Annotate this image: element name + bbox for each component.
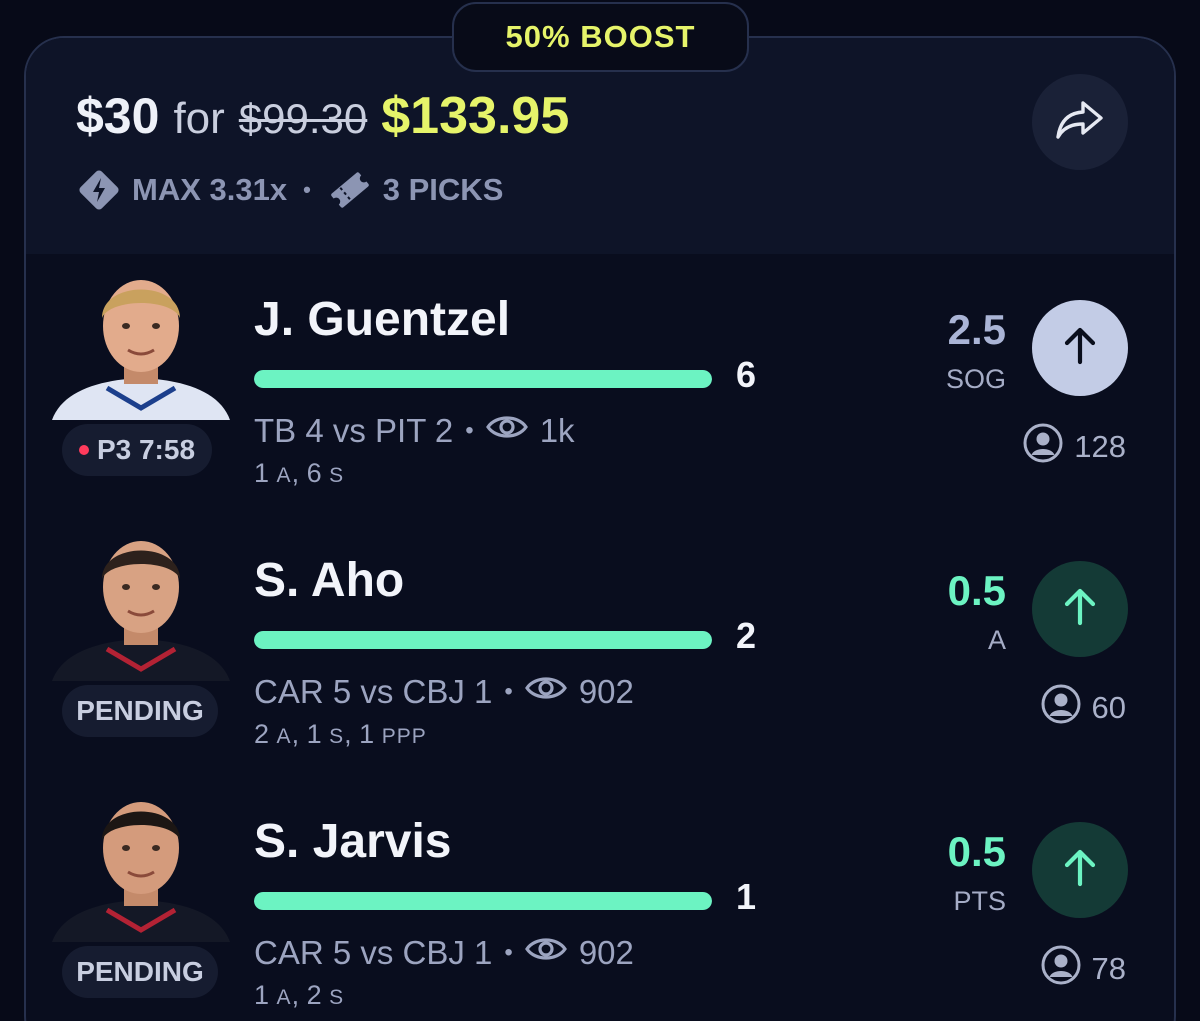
over-button[interactable] <box>1032 822 1128 918</box>
max-multiplier: MAX 3.31x <box>132 172 288 207</box>
stat-number: 6 <box>306 458 322 488</box>
picker-count: 78 <box>1040 944 1126 994</box>
matchup-line: CAR 5 vs CBJ 1 • 902 <box>254 673 634 711</box>
current-stat-value: 6 <box>736 354 757 395</box>
matchup-separator: • <box>465 417 474 444</box>
stat-category: PTS <box>953 886 1006 916</box>
player-name: S. Aho <box>254 554 405 607</box>
arrow-up-icon <box>1058 324 1102 373</box>
over-button[interactable] <box>1032 561 1128 657</box>
matchup-separator: • <box>504 939 513 966</box>
stat-unit: A <box>276 464 292 487</box>
stat-unit: S <box>329 725 345 748</box>
pick-row-3[interactable]: PENDING S. Jarvis 1 CAR 5 vs CBJ 1 • 902… <box>0 784 1200 1021</box>
stake-amount: $30 <box>76 88 160 144</box>
stat-number: 2 <box>254 719 270 749</box>
current-stat-value: 2 <box>736 615 757 656</box>
boost-badge: 50% BOOST <box>452 2 749 72</box>
projection-line: 0.5 <box>947 567 1006 614</box>
viewer-count: 902 <box>578 934 634 971</box>
eye-icon <box>485 412 528 450</box>
game-status-label: P3 7:58 <box>96 434 196 465</box>
stat-progress-fill <box>254 631 712 649</box>
arrow-up-icon <box>1058 585 1102 634</box>
picker-count: 60 <box>1040 683 1126 733</box>
stat-unit: PPP <box>381 725 427 748</box>
matchup-score: CAR 5 vs CBJ 1 <box>254 673 493 710</box>
payout-summary: $30 for $99.30 $133.95 <box>76 86 569 150</box>
stat-progress-fill <box>254 892 712 910</box>
pick-row-1[interactable]: P3 7:58 J. Guentzel 6 TB 4 vs PIT 2 • 1k… <box>0 262 1200 522</box>
stat-number: 1 <box>254 458 270 488</box>
boosted-payout: $133.95 <box>381 87 570 145</box>
stat-number: 2 <box>306 980 322 1010</box>
ticket-icon <box>327 167 373 213</box>
stat-category: SOG <box>945 364 1006 394</box>
user-icon <box>1040 944 1082 994</box>
for-label: for <box>173 94 225 143</box>
eye-icon <box>524 673 567 711</box>
user-icon <box>1040 683 1082 733</box>
original-payout: $99.30 <box>238 95 368 142</box>
game-status-badge: PENDING <box>62 946 218 998</box>
player-headshot <box>52 784 230 942</box>
pick-count: 3 PICKS <box>382 172 504 207</box>
stat-number: 1 <box>306 719 322 749</box>
game-status-badge: P3 7:58 <box>62 424 212 476</box>
picker-count: 128 <box>1022 422 1126 472</box>
projection-line: 2.5 <box>947 306 1006 353</box>
stat-number: 1 <box>254 980 270 1010</box>
stat-number: 1 <box>359 719 375 749</box>
player-headshot <box>52 523 230 681</box>
matchup-line: TB 4 vs PIT 2 • 1k <box>254 412 575 450</box>
arrow-up-icon <box>1058 846 1102 895</box>
game-status-badge: PENDING <box>62 685 218 737</box>
picker-count-value: 78 <box>1091 951 1126 986</box>
player-name: S. Jarvis <box>254 815 452 868</box>
entry-screen: 50% BOOST $30 for $99.30 $133.95 MAX 3.3… <box>0 0 1200 1021</box>
stat-breakdown: 1 A, 2 S <box>254 980 345 1010</box>
picker-count-value: 60 <box>1091 690 1126 725</box>
stat-progress-bar <box>254 370 712 388</box>
picker-count-value: 128 <box>1074 429 1126 464</box>
stat-unit: A <box>276 725 292 748</box>
game-status-label: PENDING <box>76 695 204 726</box>
viewer-count: 902 <box>578 673 634 710</box>
stat-breakdown: 2 A, 1 S, 1 PPP <box>254 719 427 749</box>
stat-unit: S <box>329 986 345 1009</box>
matchup-score: CAR 5 vs CBJ 1 <box>254 934 493 971</box>
over-button[interactable] <box>1032 300 1128 396</box>
current-stat-value: 1 <box>736 876 757 917</box>
stat-progress-fill <box>254 370 712 388</box>
matchup-score: TB 4 vs PIT 2 <box>254 412 454 449</box>
viewer-count: 1k <box>539 412 575 449</box>
user-icon <box>1022 422 1064 472</box>
stat-category: A <box>987 625 1006 655</box>
stat-breakdown: 1 A, 6 S <box>254 458 345 488</box>
game-status-label: PENDING <box>76 956 204 987</box>
stat-progress-bar <box>254 631 712 649</box>
pick-row-2[interactable]: PENDING S. Aho 2 CAR 5 vs CBJ 1 • 902 2 … <box>0 523 1200 783</box>
share-button[interactable] <box>1032 74 1128 170</box>
stat-progress-bar <box>254 892 712 910</box>
eye-icon <box>524 934 567 972</box>
entry-meta: MAX 3.31x • 3 PICKS <box>76 168 503 212</box>
meta-separator: • <box>303 177 311 202</box>
matchup-line: CAR 5 vs CBJ 1 • 902 <box>254 934 634 972</box>
multiplier-icon <box>76 167 122 213</box>
player-headshot <box>52 262 230 420</box>
projection-line: 0.5 <box>947 828 1006 875</box>
matchup-separator: • <box>504 678 513 705</box>
stat-unit: A <box>276 986 292 1009</box>
stat-unit: S <box>329 464 345 487</box>
live-indicator <box>78 445 89 455</box>
player-name: J. Guentzel <box>254 293 511 346</box>
share-icon <box>1053 97 1107 148</box>
